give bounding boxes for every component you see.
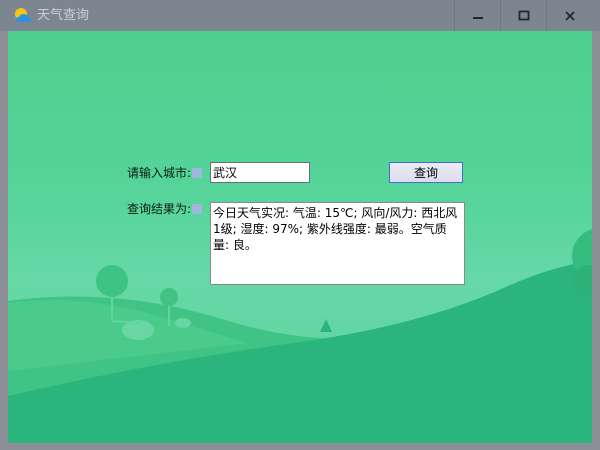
result-label-text: 查询结果为: [127, 202, 192, 216]
minimize-button[interactable] [455, 0, 501, 31]
city-label-text: 请输入城市: [127, 166, 192, 180]
query-button[interactable]: 查询 [389, 162, 463, 183]
weather-window: 天气查询 请输入城市: 武汉 查询 查询结果为: 今日天气实况: 气温: 15℃… [0, 0, 600, 450]
city-label: 请输入城市: [127, 165, 203, 181]
maximize-button[interactable] [501, 0, 547, 31]
result-textarea[interactable]: 今日天气实况: 气温: 15℃; 风向/风力: 西北风 1级; 湿度: 97%;… [210, 202, 465, 285]
city-input[interactable] [210, 162, 310, 183]
bush [175, 318, 191, 328]
window-title: 天气查询 [37, 8, 90, 23]
weather-app-icon [15, 8, 31, 22]
label-marker [192, 204, 203, 214]
minimize-icon [473, 16, 483, 19]
query-button-label: 查询 [413, 166, 438, 180]
tree-canopy [160, 288, 178, 306]
result-label: 查询结果为: [127, 201, 203, 217]
client-area: 请输入城市: 查询 查询结果为: 今日天气实况: 气温: 15℃; 风向/风力:… [8, 31, 592, 443]
maximize-icon [518, 10, 530, 20]
close-button[interactable] [547, 0, 593, 31]
hill-peak [320, 319, 332, 332]
tree-canopy [96, 265, 128, 297]
title-bar[interactable]: 天气查询 [0, 0, 600, 31]
result-text: 今日天气实况: 气温: 15℃; 风向/风力: 西北风 1级; 湿度: 97%;… [213, 206, 458, 252]
close-icon [565, 10, 575, 21]
label-marker [192, 168, 203, 178]
window-bottom-border [0, 443, 600, 450]
